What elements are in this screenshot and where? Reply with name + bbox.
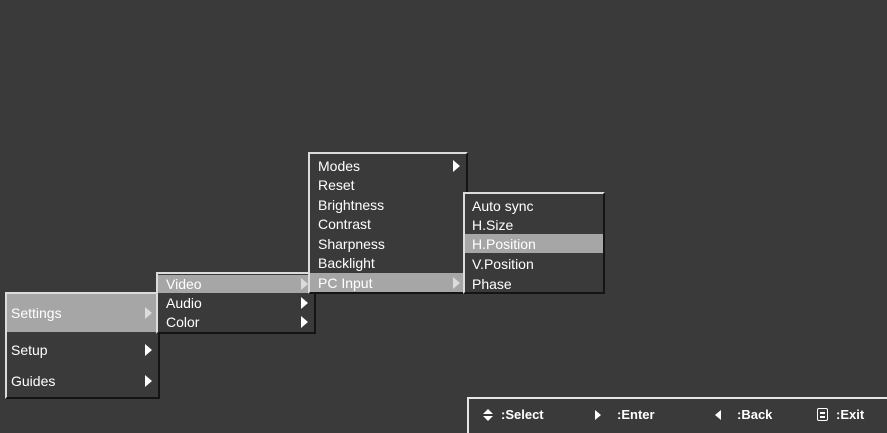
menu-item-v-position[interactable]: V.Position [465,254,603,273]
remote-exit-icon [817,408,828,421]
menu-item-reset[interactable]: Reset [310,175,466,194]
menu-item-label: Color [166,314,200,330]
video-submenu: Modes Reset Brightness Contrast Sharpnes… [308,152,468,294]
settings-submenu: Video Audio Color [156,272,316,334]
menu-item-label: Audio [166,295,202,311]
menu-item-label: V.Position [472,255,534,272]
menu-item-label: Phase [472,275,512,292]
left-arrow-icon [715,409,721,420]
hint-enter: :Enter [595,407,655,422]
hint-select-label: :Select [501,407,544,422]
hint-exit: :Exit [817,407,864,422]
menu-item-label: Sharpness [318,235,385,252]
menu-item-setup[interactable]: Setup [7,338,158,362]
menu-item-label: Reset [318,176,355,193]
chevron-right-icon [453,276,460,289]
menu-item-phase[interactable]: Phase [465,274,603,293]
hint-enter-label: :Enter [617,407,655,422]
chevron-right-icon [145,307,152,319]
menu-item-label: Video [166,276,202,292]
menu-item-settings[interactable]: Settings [7,294,158,332]
menu-item-guides[interactable]: Guides [7,369,158,393]
menu-item-label: Auto sync [472,197,534,214]
menu-item-audio[interactable]: Audio [158,294,314,312]
chevron-right-icon [145,344,152,356]
menu-item-label: Modes [318,157,361,174]
menu-item-h-position[interactable]: H.Position [465,234,603,253]
menu-item-video[interactable]: Video [158,275,314,293]
chevron-right-icon [145,375,152,387]
menu-item-modes[interactable]: Modes [310,156,466,175]
hint-back-label: :Back [737,407,773,422]
chevron-right-icon [301,297,308,309]
hint-select: :Select [483,407,544,422]
main-menu: Settings Setup Guides [5,292,160,399]
menu-item-backlight[interactable]: Backlight [310,253,466,272]
pc-input-submenu: Auto sync H.Size H.Position V.Position P… [463,192,605,294]
chevron-right-icon [301,316,308,328]
menu-item-label: Guides [11,373,56,389]
chevron-right-icon [453,159,460,172]
menu-item-label: Contrast [318,215,371,232]
hint-back: :Back [715,407,772,422]
up-down-arrows-icon [483,408,493,421]
menu-item-pc-input[interactable]: PC Input [310,273,466,292]
menu-item-label: Brightness [318,196,385,213]
menu-item-label: Settings [11,305,62,321]
menu-item-label: Backlight [318,254,375,271]
menu-item-h-size[interactable]: H.Size [465,215,603,234]
menu-item-label: PC Input [318,274,373,291]
chevron-right-icon [301,278,308,290]
menu-item-label: H.Size [472,216,514,233]
right-arrow-icon [595,409,601,420]
menu-item-brightness[interactable]: Brightness [310,195,466,214]
hint-exit-label: :Exit [836,407,865,422]
menu-item-color[interactable]: Color [158,313,314,331]
menu-item-auto-sync[interactable]: Auto sync [465,196,603,215]
key-hint-bar: :Select :Enter :Back :Exit [467,397,887,433]
menu-item-contrast[interactable]: Contrast [310,214,466,233]
menu-item-label: Setup [11,342,48,358]
menu-item-sharpness[interactable]: Sharpness [310,234,466,253]
menu-item-label: H.Position [472,235,536,252]
